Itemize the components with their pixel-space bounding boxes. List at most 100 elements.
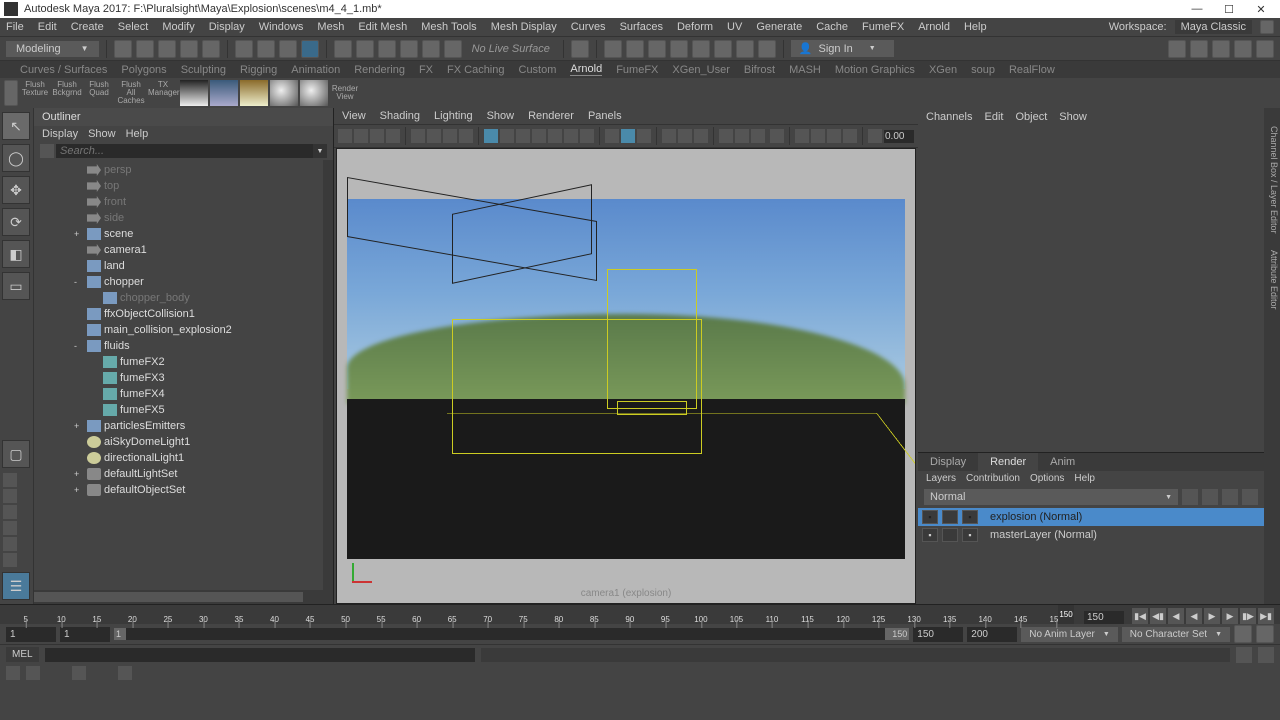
shelf-tab-xgen[interactable]: XGen — [929, 64, 957, 76]
lasso-icon[interactable] — [257, 40, 275, 58]
current-frame-field[interactable] — [1084, 611, 1124, 624]
shelf-sphere-icon[interactable] — [270, 80, 298, 106]
outliner-menu-help[interactable]: Help — [126, 128, 149, 140]
outliner-item-fumefx4[interactable]: fumeFX4 — [34, 386, 333, 402]
outliner-scrollbar[interactable] — [323, 160, 333, 590]
vp-select-camera-icon[interactable] — [338, 129, 352, 143]
shelf-flush-quad[interactable]: Flush Quad — [84, 81, 114, 105]
layer-cell[interactable] — [942, 528, 958, 542]
outliner-item-ffxobjectcollision1[interactable]: ffxObjectCollision1 — [34, 306, 333, 322]
menu-set-dropdown[interactable]: Modeling — [6, 41, 99, 57]
layer-move-down-icon[interactable] — [1202, 489, 1218, 505]
menu-display[interactable]: Display — [209, 21, 245, 33]
layer-tab-render[interactable]: Render — [978, 453, 1038, 471]
outliner-item-chopper_body[interactable]: chopper_body — [34, 290, 333, 306]
character-set-dropdown[interactable]: No Character Set▼ — [1122, 627, 1230, 642]
workspace-dropdown[interactable]: Maya Classic — [1175, 20, 1252, 34]
shelf-tab-xgen-user[interactable]: XGen_User — [672, 64, 729, 76]
menu-mesh[interactable]: Mesh — [317, 21, 344, 33]
outliner-item-land[interactable]: land — [34, 258, 333, 274]
outliner-item-directionallight1[interactable]: directionalLight1 — [34, 450, 333, 466]
sign-in-button[interactable]: 👤 Sign In ▼ — [791, 40, 894, 57]
vp-lock-camera-icon[interactable] — [354, 129, 368, 143]
outliner-search-input[interactable] — [56, 144, 313, 158]
shelf-light-icon[interactable] — [300, 80, 328, 106]
render-layer-row[interactable]: ▪▪explosion (Normal) — [918, 508, 1264, 526]
workspace-gear-icon[interactable] — [1260, 20, 1274, 34]
pause-icon[interactable] — [758, 40, 776, 58]
script-editor-icon[interactable] — [1236, 647, 1252, 663]
vp-exposure-icon[interactable] — [662, 129, 676, 143]
range-slider[interactable]: 1 150 — [114, 628, 909, 640]
sidebar-toggle-4-icon[interactable] — [1234, 40, 1252, 58]
outliner-item-front[interactable]: front — [34, 194, 333, 210]
layout-preset-icon[interactable] — [3, 553, 17, 567]
select-mode-icon[interactable] — [235, 40, 253, 58]
light-editor-icon[interactable] — [714, 40, 732, 58]
layer-menu-help[interactable]: Help — [1074, 473, 1095, 484]
layer-visible-icon[interactable]: ▪ — [922, 510, 938, 524]
snap-live-icon[interactable] — [422, 40, 440, 58]
search-dropdown-icon[interactable]: ▼ — [313, 144, 327, 158]
ipr-render-icon[interactable] — [626, 40, 644, 58]
menu-mesh-display[interactable]: Mesh Display — [491, 21, 557, 33]
channel-menu-edit[interactable]: Edit — [984, 111, 1003, 123]
shelf-tab-soup[interactable]: soup — [971, 64, 995, 76]
vp-2d-pan-icon[interactable] — [795, 129, 809, 143]
shelf-tx-manager[interactable]: TX Manager — [148, 81, 178, 105]
vp-grid-icon[interactable] — [411, 129, 425, 143]
new-scene-icon[interactable] — [114, 40, 132, 58]
shelf-tab-bifrost[interactable]: Bifrost — [744, 64, 775, 76]
menu-modify[interactable]: Modify — [162, 21, 194, 33]
shelf-shader-warm-icon[interactable] — [240, 80, 268, 106]
shelf-tab-rigging[interactable]: Rigging — [240, 64, 277, 76]
anim-end-field[interactable] — [967, 627, 1017, 642]
shelf-flush-texture[interactable]: Flush Texture — [20, 81, 50, 105]
menu-edit[interactable]: Edit — [38, 21, 57, 33]
outliner-item-fumefx3[interactable]: fumeFX3 — [34, 370, 333, 386]
time-slider[interactable]: 1501451401351301251201151101051009590858… — [0, 604, 1280, 624]
vp-textured-icon[interactable] — [516, 129, 530, 143]
snap-plane-icon[interactable] — [400, 40, 418, 58]
layout-preset-icon[interactable] — [3, 505, 17, 519]
vp-wireframe-icon[interactable] — [484, 129, 498, 143]
layout-preset-icon[interactable] — [3, 489, 17, 503]
menu-generate[interactable]: Generate — [756, 21, 802, 33]
close-status-icon[interactable] — [118, 666, 132, 680]
save-scene-icon[interactable] — [158, 40, 176, 58]
vp-bookmark-icon[interactable] — [370, 129, 384, 143]
range-thumb-end[interactable]: 150 — [885, 628, 909, 640]
shelf-editor-icon[interactable] — [4, 80, 18, 106]
vp-smooth-shade-icon[interactable] — [500, 129, 514, 143]
outliner-item-aiskydomelight1[interactable]: aiSkyDomeLight1 — [34, 434, 333, 450]
menu-windows[interactable]: Windows — [259, 21, 304, 33]
channel-menu-channels[interactable]: Channels — [926, 111, 972, 123]
step-back-frame-icon[interactable]: ◀ — [1168, 608, 1184, 624]
vp-xray-joints-icon[interactable] — [637, 129, 651, 143]
vp-pan-zoom-icon[interactable] — [770, 129, 784, 143]
vp-shadows-icon[interactable] — [548, 129, 562, 143]
vp-ao-icon[interactable] — [564, 129, 578, 143]
outliner-item-particlesemitters[interactable]: +particlesEmitters — [34, 418, 333, 434]
vp-gear-icon[interactable] — [868, 129, 882, 143]
vp-use-lights-icon[interactable] — [532, 129, 546, 143]
vp-grease-pencil-icon[interactable] — [811, 129, 825, 143]
outliner-item-top[interactable]: top — [34, 178, 333, 194]
vp-display-icon[interactable] — [751, 129, 765, 143]
layer-new-selected-icon[interactable] — [1242, 489, 1258, 505]
snap-grid-icon[interactable] — [334, 40, 352, 58]
shelf-tab-fumefx[interactable]: FumeFX — [616, 64, 658, 76]
play-backward-icon[interactable]: ◀ — [1186, 608, 1202, 624]
channel-menu-object[interactable]: Object — [1015, 111, 1047, 123]
vp-exposure-field[interactable] — [884, 130, 914, 143]
sidebar-toggle-2-icon[interactable] — [1190, 40, 1208, 58]
open-scene-icon[interactable] — [136, 40, 154, 58]
viewport-menu-view[interactable]: View — [342, 110, 366, 122]
single-pane-layout[interactable]: ▢ — [2, 440, 30, 468]
warning-icon[interactable] — [6, 666, 20, 680]
last-tool[interactable]: ▭ — [2, 272, 30, 300]
outliner-item-scene[interactable]: +scene — [34, 226, 333, 242]
undo-icon[interactable] — [180, 40, 198, 58]
outliner-hscroll[interactable] — [34, 590, 333, 604]
shelf-tab-curves-surfaces[interactable]: Curves / Surfaces — [20, 64, 107, 76]
